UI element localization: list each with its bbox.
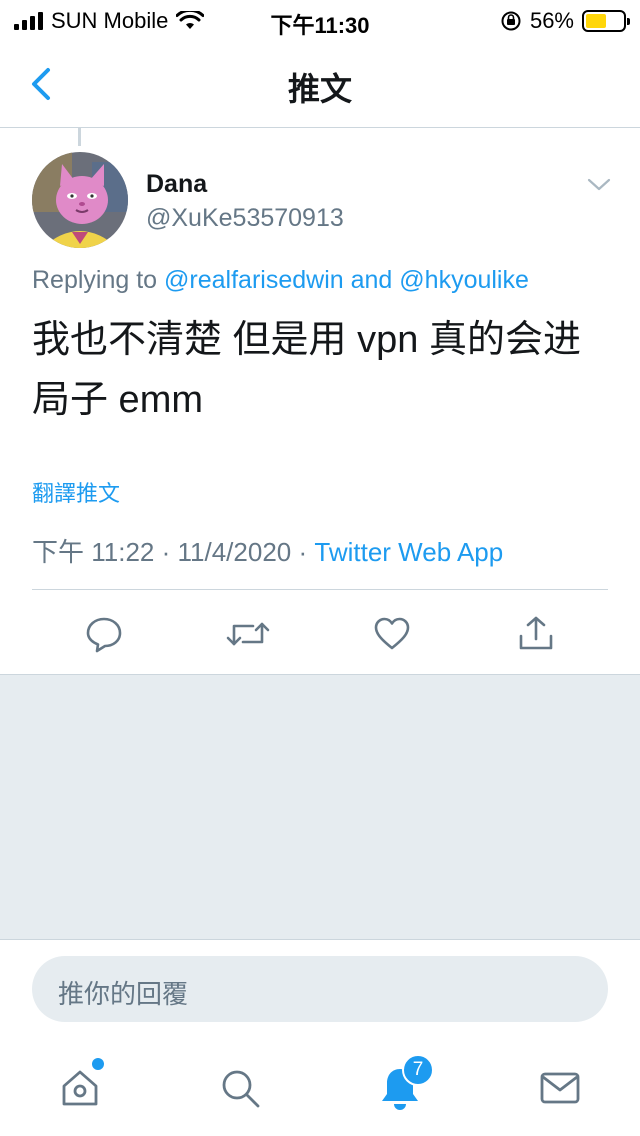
home-icon	[62, 1070, 98, 1106]
retweet-icon	[226, 622, 270, 646]
tab-home[interactable]	[50, 1058, 110, 1116]
reply-icon	[86, 617, 122, 653]
meta-separator: ·	[161, 537, 171, 567]
thread-connector	[78, 128, 81, 146]
like-button[interactable]	[364, 606, 420, 662]
user-handle[interactable]: @XuKe53570913	[146, 204, 344, 233]
translate-tweet-link[interactable]: 翻譯推文	[32, 476, 120, 508]
tweet-time: 下午 11:22	[32, 537, 155, 567]
mention-link[interactable]: @hkyoulike	[399, 266, 529, 294]
mention-conjunction: and	[350, 266, 393, 294]
mention-link[interactable]: @realfarisedwin	[164, 266, 344, 294]
battery-icon	[582, 10, 630, 32]
chevron-down-icon	[587, 178, 611, 191]
tweet-source-link[interactable]: Twitter Web App	[314, 537, 503, 567]
tab-search[interactable]	[210, 1060, 270, 1116]
status-bar: SUN Mobile 下午11:30 56%	[0, 0, 640, 40]
status-right: 56%	[500, 8, 630, 34]
tab-messages[interactable]	[530, 1060, 590, 1116]
share-icon	[519, 616, 553, 650]
home-unread-dot	[92, 1058, 104, 1070]
share-button[interactable]	[508, 606, 564, 662]
tweet-actions	[0, 606, 640, 662]
search-icon	[222, 1070, 260, 1108]
tab-bar: 7	[0, 1040, 640, 1136]
battery-percent: 56%	[529, 8, 574, 33]
tweet-menu-button[interactable]	[584, 172, 614, 196]
tweet-text: 我也不清楚 但是用 vpn 真的会进局子 emm	[32, 319, 581, 421]
avatar[interactable]	[32, 152, 128, 248]
replying-prefix: Replying to	[32, 266, 158, 294]
tweet-date: 11/4/2020	[177, 537, 292, 567]
divider	[32, 589, 608, 590]
page-title: 推文	[287, 71, 352, 107]
tweet-metadata: 下午 11:22 · 11/4/2020 · Twitter Web App	[32, 532, 503, 569]
notifications-badge: 7	[402, 1054, 434, 1086]
cat-avatar-icon	[32, 152, 128, 248]
retweet-button[interactable]	[220, 606, 276, 662]
meta-separator: ·	[298, 537, 308, 567]
navigation-bar: 推文	[0, 40, 640, 128]
battery-fill	[586, 14, 607, 28]
reply-input[interactable]: 推你的回覆	[32, 956, 608, 1022]
reply-button[interactable]	[76, 606, 132, 662]
replying-to: Replying to @realfarisedwin and @hkyouli…	[32, 266, 529, 295]
tab-notifications[interactable]: 7	[370, 1054, 434, 1116]
display-name[interactable]: Dana	[146, 170, 207, 199]
empty-replies-area	[0, 674, 640, 940]
mail-icon	[540, 1072, 580, 1104]
rotation-lock-icon	[501, 11, 521, 31]
heart-icon	[374, 617, 410, 650]
